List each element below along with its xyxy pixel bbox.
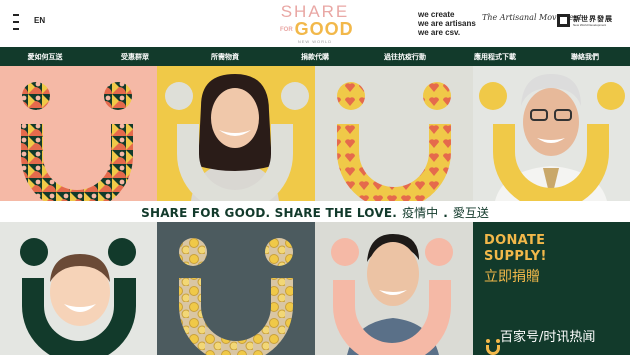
nwd-mark-icon bbox=[557, 14, 570, 27]
tile-pattern-smile[interactable] bbox=[0, 66, 157, 201]
smile-icon bbox=[21, 82, 133, 201]
logo-share-text: SHARE bbox=[280, 2, 350, 21]
brand-line: we create bbox=[418, 10, 455, 19]
donate-now-cn[interactable]: 立即捐贈 bbox=[484, 266, 540, 286]
brand-slogan: we create we are artisans we are csv. bbox=[418, 10, 488, 37]
site-header: EN SHARE FOR GOOD NEW WORLD we create we … bbox=[0, 0, 630, 47]
donate-supply-heading[interactable]: DONATE SUPPLY! bbox=[484, 233, 624, 265]
smiling-baby-photo bbox=[20, 238, 136, 355]
nav-item-app-download[interactable]: 應用程式下載 bbox=[450, 52, 540, 62]
nav-item-how-to-share[interactable]: 愛如何互送 bbox=[0, 52, 90, 62]
logo-good-text: GOOD bbox=[294, 19, 354, 39]
logo-new-world-text: NEW WORLD bbox=[297, 39, 333, 45]
tile-hearts-smile[interactable] bbox=[315, 66, 473, 201]
tile-young-man-smile[interactable] bbox=[315, 222, 473, 355]
tile-baby-smile[interactable] bbox=[0, 222, 157, 355]
nav-item-past-actions[interactable]: 過往抗疫行動 bbox=[360, 52, 450, 62]
nav-item-supplies-needed[interactable]: 所需物資 bbox=[180, 52, 270, 62]
new-world-development-logo[interactable]: 新世界發展 New World Development bbox=[557, 14, 621, 30]
language-switch[interactable]: EN bbox=[34, 16, 45, 25]
brand-line: we are artisans bbox=[418, 19, 476, 28]
donate-heading-line: DONATE bbox=[484, 233, 546, 248]
tagline-english: SHARE FOR GOOD. SHARE THE LOVE. bbox=[141, 206, 397, 220]
smiling-man-photo bbox=[479, 74, 625, 201]
nav-item-beneficiaries[interactable]: 受惠群眾 bbox=[90, 52, 180, 62]
nav-item-donate-purchase[interactable]: 捐款代購 bbox=[270, 52, 360, 62]
company-name-en: New World Development bbox=[573, 23, 607, 27]
donate-heading-line: SUPPLY! bbox=[484, 249, 547, 264]
hamburger-menu-icon[interactable] bbox=[13, 14, 19, 34]
main-nav: 愛如何互送 受惠群眾 所需物資 捐款代購 過往抗疫行動 應用程式下載 聯絡我們 bbox=[0, 47, 630, 66]
tile-woman-smile[interactable] bbox=[157, 66, 315, 201]
tile-coins-smile[interactable] bbox=[157, 222, 315, 355]
brand-line: we are csv. bbox=[418, 28, 461, 37]
logo-for-text: FOR bbox=[280, 27, 293, 34]
tile-man-smile[interactable] bbox=[473, 66, 630, 201]
tagline-dot: . bbox=[443, 206, 448, 220]
share-for-good-logo[interactable]: SHARE FOR GOOD NEW WORLD bbox=[280, 2, 353, 45]
logo-good-line: FOR GOOD bbox=[280, 20, 353, 39]
smile-icon bbox=[179, 238, 293, 355]
nav-item-contact-us[interactable]: 聯絡我們 bbox=[540, 52, 630, 62]
source-watermark: 百家号/时讯热闻 bbox=[500, 330, 596, 345]
smiling-woman-photo bbox=[165, 74, 309, 201]
smile-icon bbox=[337, 82, 451, 201]
tagline-banner: SHARE FOR GOOD. SHARE THE LOVE. 疫情中 . 愛互… bbox=[0, 201, 630, 222]
tagline-chinese-2: 愛互送 bbox=[452, 206, 489, 220]
smiling-young-man-photo bbox=[331, 234, 453, 355]
tagline-chinese-1: 疫情中 bbox=[402, 206, 439, 220]
